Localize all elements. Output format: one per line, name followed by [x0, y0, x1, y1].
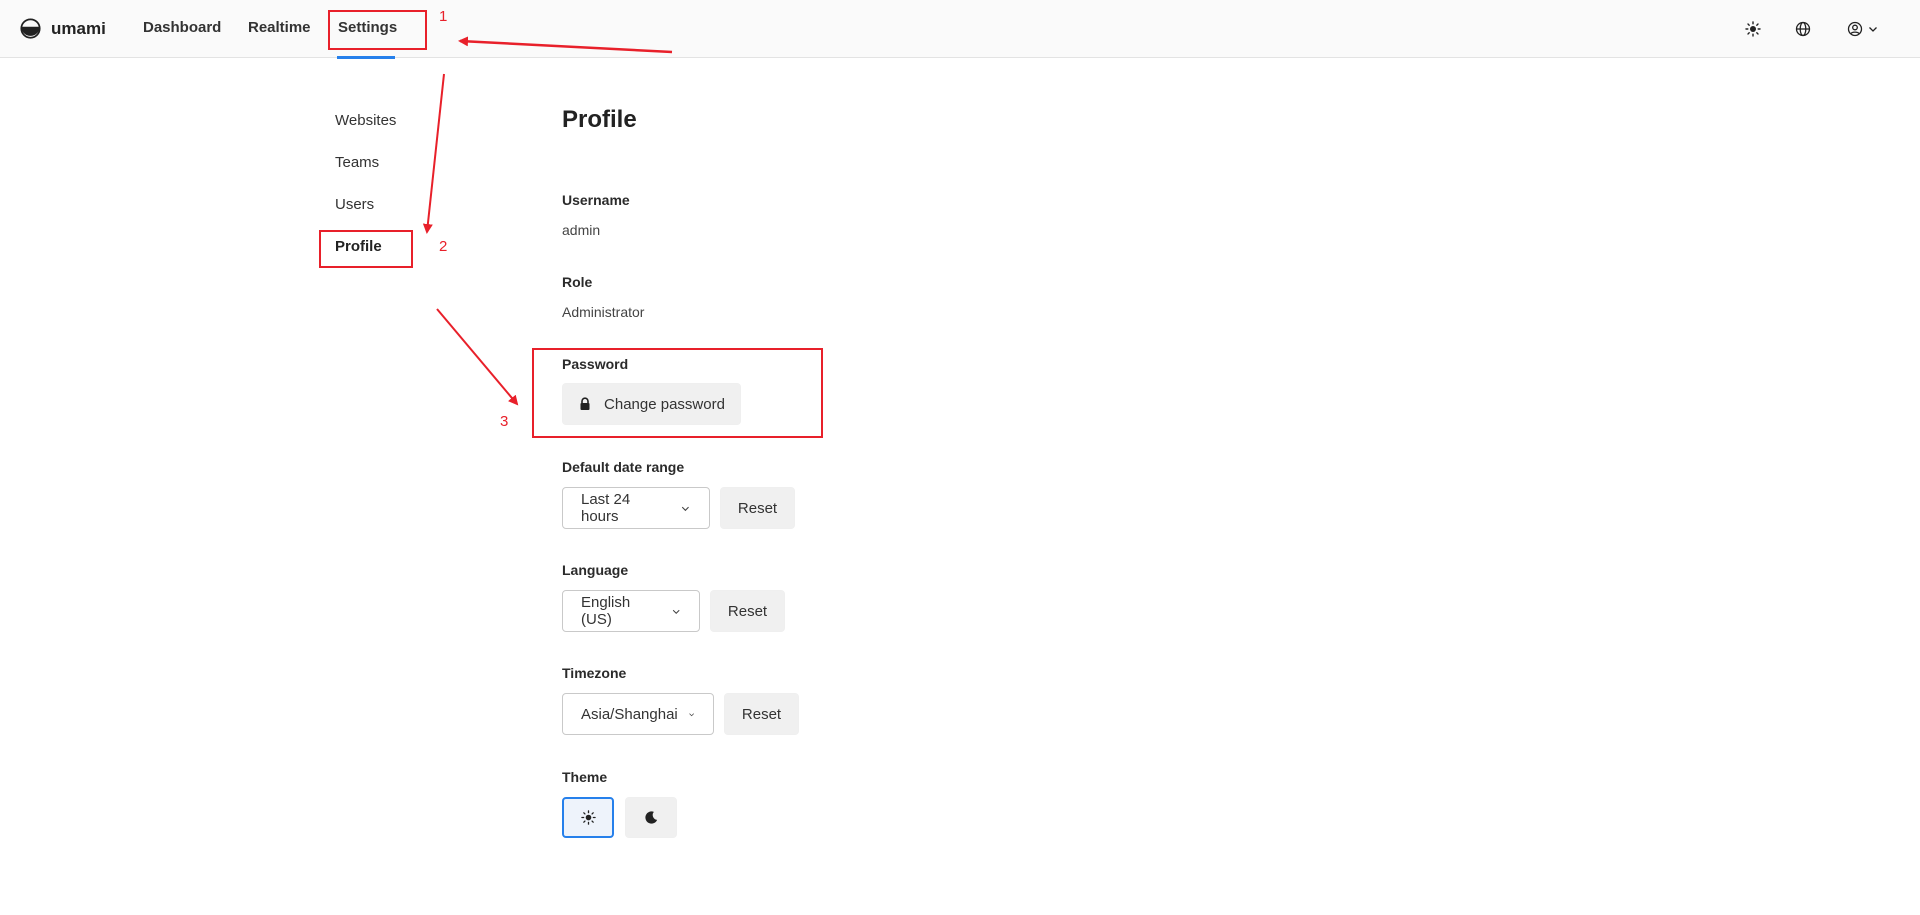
annotation-box-password: [532, 348, 823, 438]
sun-icon: [580, 810, 596, 825]
theme-label: Theme: [562, 769, 608, 785]
nav-active-indicator: [337, 56, 395, 59]
theme-dark-button[interactable]: [625, 797, 677, 838]
timezone-label: Timezone: [562, 665, 627, 681]
nav-dashboard[interactable]: Dashboard: [143, 19, 221, 36]
user-menu-button[interactable]: [1843, 19, 1883, 39]
sun-icon: [1745, 21, 1761, 37]
reset-language-button[interactable]: Reset: [710, 590, 785, 632]
annotation-step-2: 2: [439, 238, 448, 255]
top-header: umami Dashboard Realtime Settings: [0, 0, 1920, 59]
annotation-arrow-3: [436, 308, 519, 406]
language-select[interactable]: English (US): [562, 590, 700, 632]
app-logo[interactable]: umami: [20, 18, 106, 39]
chevron-down-icon: [682, 506, 690, 511]
reset-date-range-button[interactable]: Reset: [720, 487, 795, 529]
user-circle-icon: [1847, 21, 1863, 37]
annotation-box-settings: [328, 10, 427, 50]
umami-logo-icon: [20, 18, 41, 39]
annotation-step-1: 1: [439, 8, 448, 25]
annotation-box-profile: [319, 230, 413, 268]
theme-light-button[interactable]: [562, 797, 614, 838]
sidebar-item-teams[interactable]: Teams: [335, 154, 379, 171]
role-value: Administrator: [562, 304, 645, 320]
moon-icon: [644, 811, 657, 824]
annotation-arrow-2: [422, 73, 445, 234]
username-value: admin: [562, 222, 601, 238]
reset-label: Reset: [741, 705, 782, 723]
reset-label: Reset: [737, 499, 778, 517]
reset-timezone-button[interactable]: Reset: [724, 693, 799, 735]
sidebar-item-websites[interactable]: Websites: [335, 112, 396, 129]
chevron-down-icon: [1869, 27, 1877, 32]
timezone-value: Asia/Shanghai: [581, 705, 678, 723]
username-label: Username: [562, 192, 630, 208]
page-title: Profile: [562, 106, 637, 133]
role-label: Role: [562, 274, 593, 290]
date-range-label: Default date range: [562, 459, 685, 475]
reset-label: Reset: [727, 602, 768, 620]
app-name: umami: [51, 18, 106, 38]
language-label: Language: [562, 562, 629, 578]
theme-toggle-button[interactable]: [1743, 19, 1763, 39]
timezone-select[interactable]: Asia/Shanghai: [562, 693, 714, 735]
annotation-arrows: [422, 36, 673, 406]
chevron-down-icon: [689, 712, 694, 716]
date-range-value: Last 24 hours: [581, 491, 631, 525]
globe-icon: [1795, 21, 1811, 37]
language-button[interactable]: [1793, 19, 1813, 39]
chevron-down-icon: [672, 609, 680, 614]
sidebar-item-users[interactable]: Users: [335, 196, 374, 213]
annotation-step-3: 3: [500, 413, 509, 430]
date-range-select[interactable]: Last 24 hours: [562, 487, 710, 529]
nav-realtime[interactable]: Realtime: [248, 19, 311, 36]
language-value: English (US): [581, 594, 631, 628]
